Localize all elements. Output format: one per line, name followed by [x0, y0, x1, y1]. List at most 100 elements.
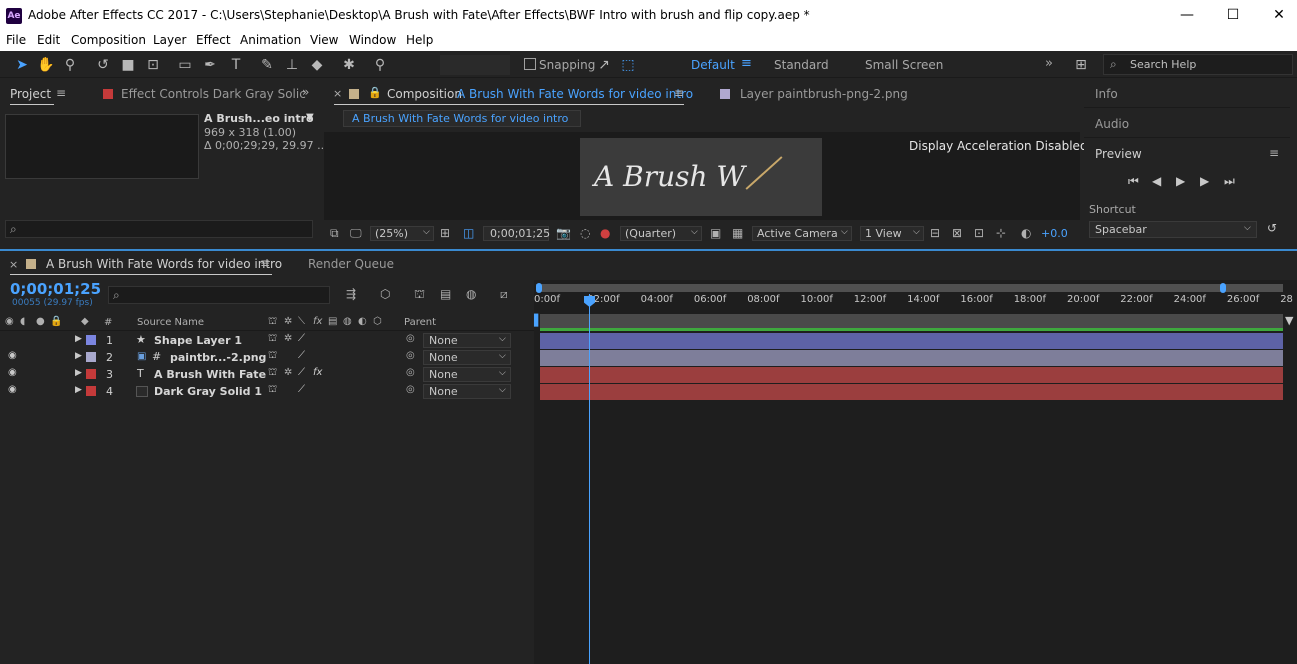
parent-dropdown[interactable]: None ⌵	[423, 384, 511, 399]
last-frame-icon[interactable]: ⏭	[1224, 174, 1235, 189]
layer-duration-bar[interactable]	[540, 333, 1283, 349]
safe-zones-icon[interactable]: ⊞	[440, 226, 450, 240]
pick-whip-icon[interactable]: ◎	[406, 367, 415, 378]
tab-composition-prefix[interactable]: Composition	[387, 87, 462, 101]
workspace-standard[interactable]: Standard	[774, 58, 829, 72]
item-dropdown-icon[interactable]: ▼	[306, 112, 314, 123]
work-area-bar[interactable]	[540, 314, 1283, 328]
visibility-eye-icon[interactable]: ◉	[8, 367, 17, 378]
label-column-icon[interactable]: ◆	[81, 316, 89, 327]
collapse-switch-icon[interactable]: ✲	[284, 333, 292, 344]
pick-whip-icon[interactable]: ◎	[406, 384, 415, 395]
current-time-field[interactable]: 0;00;01;25	[483, 226, 550, 241]
fast-previews-icon[interactable]: ⊠	[952, 226, 962, 240]
parent-dropdown[interactable]: None ⌵	[423, 367, 511, 382]
source-name-column-header[interactable]: Source Name	[137, 317, 204, 328]
project-panel-menu-icon[interactable]: ≡	[56, 86, 66, 100]
reset-shortcut-icon[interactable]: ↺	[1267, 221, 1277, 235]
shy-switch-icon[interactable]: ⛫	[268, 350, 277, 363]
preview-panel-title[interactable]: Preview	[1095, 147, 1142, 161]
layer-duration-bar[interactable]	[540, 367, 1283, 383]
comp-panel-menu-icon[interactable]: ≡	[674, 86, 684, 100]
transparency-grid-icon[interactable]: ▦	[732, 226, 743, 240]
layer-label-swatch[interactable]	[86, 352, 96, 362]
shy-switch-icon[interactable]: ⛫	[268, 384, 277, 397]
show-snapshot-icon[interactable]: ◌	[580, 226, 590, 240]
pan-behind-tool-icon[interactable]: ⊡	[143, 55, 163, 75]
tab-render-queue[interactable]: Render Queue	[308, 257, 394, 271]
close-button[interactable]: ✕	[1256, 0, 1297, 31]
snapshot-icon[interactable]: 📷	[556, 226, 571, 240]
project-search-input[interactable]: ⌕	[5, 220, 313, 238]
current-time-display[interactable]: 0;00;01;25	[10, 280, 101, 298]
workspace-small-screen[interactable]: Small Screen	[865, 58, 943, 72]
snap-edges-icon[interactable]: ↗	[594, 55, 614, 75]
timeline-icon[interactable]: ⊡	[974, 226, 984, 240]
puppet-pin-tool-icon[interactable]: ⚲	[370, 55, 390, 75]
menu-file[interactable]: File	[6, 33, 26, 47]
layer-row[interactable]: ▶ 1 ★ Shape Layer 1 ⛫ ✲ ⟋ ◎ None ⌵	[0, 332, 534, 349]
brush-tool-icon[interactable]: ✎	[257, 55, 277, 75]
snap-features-icon[interactable]: ⬚	[618, 55, 638, 75]
frame-blending-icon[interactable]: ▤	[440, 287, 451, 301]
audio-column-icon[interactable]: ◖	[20, 316, 25, 327]
resolution-dropdown[interactable]: (Quarter) ⌵	[620, 226, 702, 241]
clone-stamp-tool-icon[interactable]: ⊥	[282, 55, 302, 75]
roto-brush-tool-icon[interactable]: ✱	[339, 55, 359, 75]
layer-row[interactable]: ◉ ▶ 3 T A Brush With Fate ⛫ ✲ ⟋ fx ◎ Non…	[0, 366, 534, 383]
parent-dropdown[interactable]: None ⌵	[423, 350, 511, 365]
visibility-eye-icon[interactable]: ◉	[8, 350, 17, 361]
visibility-eye-icon[interactable]: ◉	[8, 384, 17, 395]
timeline-panel-menu-icon[interactable]: ≡	[260, 256, 270, 270]
sync-settings-icon[interactable]: ⊞	[1071, 55, 1091, 75]
menu-animation[interactable]: Animation	[240, 33, 301, 47]
layer-name[interactable]: Shape Layer 1	[154, 334, 242, 347]
tab-timeline-comp[interactable]: A Brush With Fate Words for video intro	[46, 257, 282, 271]
tab-composition-name[interactable]: A Brush With Fate Words for video intro	[457, 87, 693, 101]
tab-effect-controls[interactable]: Effect Controls Dark Gray Solic	[121, 87, 306, 101]
motion-blur-icon[interactable]: ◍	[466, 287, 476, 301]
shy-switch-icon[interactable]: ⛫	[268, 333, 277, 346]
camera-dropdown[interactable]: Active Camera ⌵	[752, 226, 852, 241]
current-time-indicator[interactable]	[589, 294, 590, 664]
rotation-tool-icon[interactable]: ↺	[93, 55, 113, 75]
hand-tool-icon[interactable]: ✋	[36, 55, 56, 75]
rectangle-tool-icon[interactable]: ▭	[175, 55, 195, 75]
snapping-checkbox[interactable]	[524, 58, 536, 70]
pen-tool-icon[interactable]: ✒	[200, 55, 220, 75]
quality-switch-icon[interactable]: ⟋	[298, 384, 305, 395]
layer-row[interactable]: ◉ ▶ 2 ▣ # paintbr...-2.png ⛫ ⟋ ◎ None ⌵	[0, 349, 534, 366]
comp-breadcrumb[interactable]: A Brush With Fate Words for video intro	[343, 110, 581, 127]
comp-mini-flowchart-icon[interactable]: ⇶	[346, 287, 356, 301]
layer-name[interactable]: Dark Gray Solid 1	[154, 385, 262, 398]
draft-3d-icon[interactable]: ⬡	[380, 287, 390, 301]
preview-panel-menu-icon[interactable]: ≡	[1269, 146, 1279, 160]
eraser-tool-icon[interactable]: ◆	[307, 55, 327, 75]
collapse-switch-icon[interactable]: ✲	[284, 367, 292, 378]
time-ruler[interactable]: 0:00f 02:00f 04:00f 06:00f 08:00f 10:00f 12:00…	[534, 292, 1297, 314]
layer-name[interactable]: paintbr...-2.png	[170, 351, 266, 364]
effects-switch-icon[interactable]: fx	[313, 367, 322, 378]
menu-window[interactable]: Window	[349, 33, 396, 47]
always-preview-icon[interactable]: ⧉	[330, 226, 339, 241]
video-column-icon[interactable]: ◉	[5, 316, 14, 327]
work-area-start-icon[interactable]: ▌	[534, 314, 542, 327]
layer-duration-bar[interactable]	[540, 350, 1283, 366]
lock-icon[interactable]: 🔒	[368, 86, 382, 99]
menu-effect[interactable]: Effect	[196, 33, 231, 47]
reset-exposure-icon[interactable]: ◐	[1021, 226, 1031, 240]
close-tab-icon[interactable]: ×	[333, 87, 342, 100]
color-channels-icon[interactable]: ●	[600, 226, 610, 240]
previous-frame-icon[interactable]: ◀	[1152, 174, 1161, 188]
selection-tool-icon[interactable]: ➤	[12, 55, 32, 75]
expand-triangle-icon[interactable]: ▶	[75, 368, 82, 378]
quality-switch-icon[interactable]: ⟋	[298, 350, 305, 361]
layer-label-swatch[interactable]	[86, 335, 96, 345]
mask-visibility-icon[interactable]: ◫	[463, 226, 474, 240]
monitor-icon[interactable]: 🖵	[350, 226, 362, 241]
pick-whip-icon[interactable]: ◎	[406, 350, 415, 361]
view-layout-dropdown[interactable]: 1 View ⌵	[860, 226, 924, 241]
menu-help[interactable]: Help	[406, 33, 433, 47]
tab-layer[interactable]: Layer paintbrush-png-2.png	[740, 87, 908, 101]
shy-layers-icon[interactable]: ⛫	[414, 287, 425, 303]
